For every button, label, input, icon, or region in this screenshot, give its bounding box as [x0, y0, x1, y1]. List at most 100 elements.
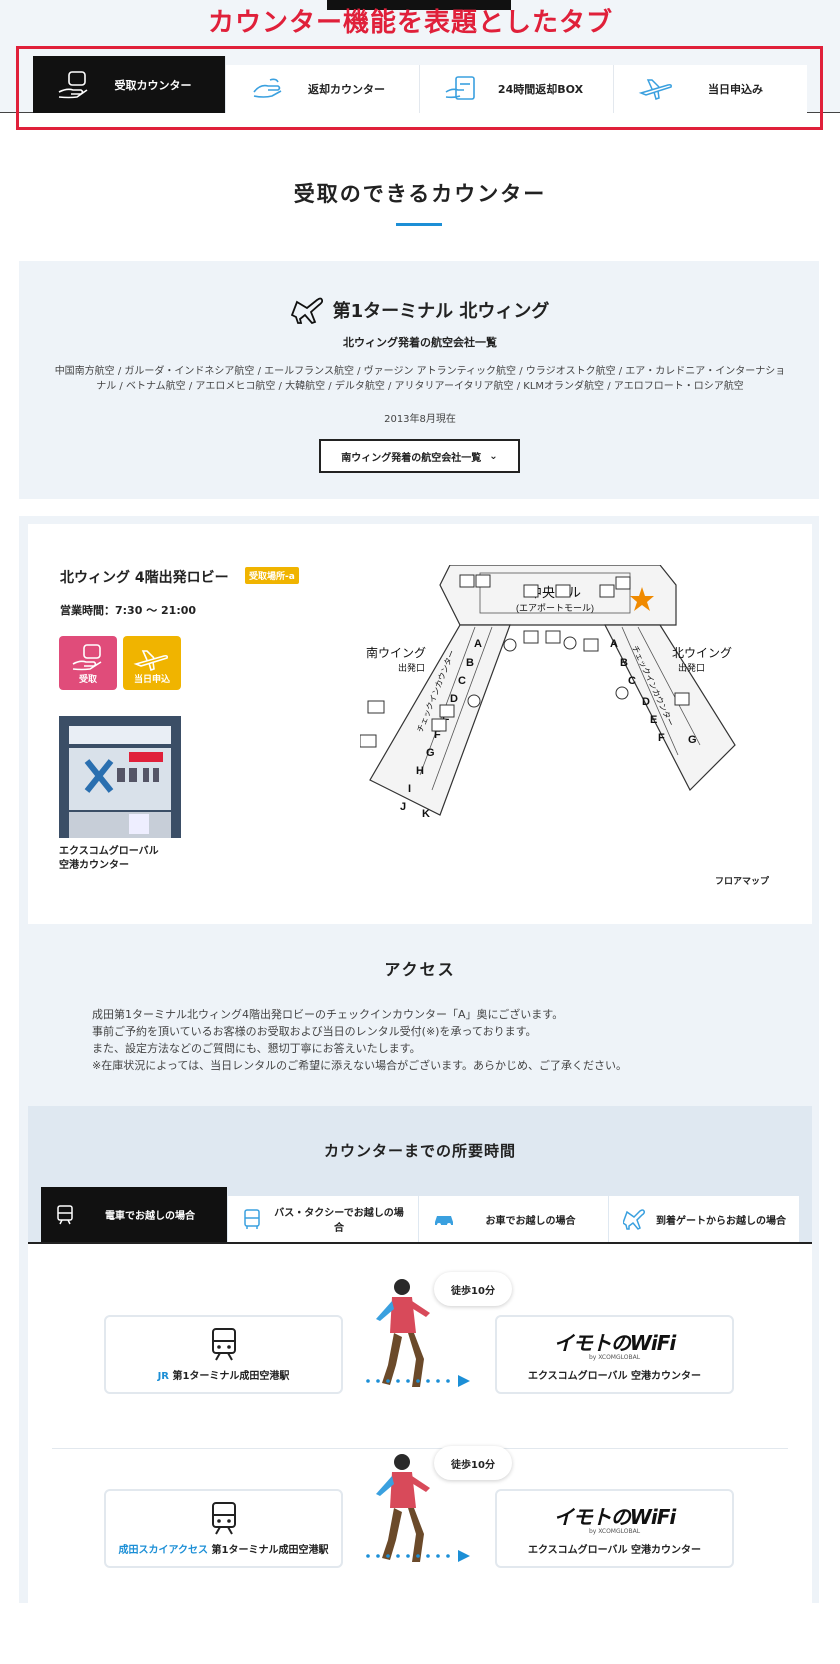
- station-line: 成田スカイアクセス: [118, 1545, 209, 1556]
- map-gate: J: [400, 801, 406, 813]
- route-destination-label: エクスコムグローバル 空港カウンター: [527, 1371, 702, 1382]
- map-gate: D: [642, 696, 650, 708]
- restroom-icon: [599, 584, 615, 598]
- caption-line: 空港カウンター: [59, 860, 129, 871]
- annotation-box: [16, 46, 823, 130]
- station-name: 第1ターミナル成田空港駅: [208, 1545, 329, 1556]
- route-arrow: [366, 1375, 470, 1387]
- counter-title: 北ウィング 4階出発ロビー: [60, 570, 229, 586]
- tab-label: お車でお越しの場合: [485, 1215, 576, 1227]
- tab-arrival-gate[interactable]: 到着ゲートからお越しの場合: [609, 1196, 799, 1242]
- map-south-sub: 出発口: [398, 662, 425, 673]
- tab-train[interactable]: 電車でお越しの場合: [41, 1187, 228, 1242]
- escalator-icon: [555, 584, 571, 598]
- map-north-label: 北ウイング: [672, 646, 732, 660]
- terminal-name: 第1ターミナル 北ウィング: [332, 301, 550, 322]
- chevron-down-icon: ⌄: [489, 450, 498, 462]
- caption-line: エクスコムグローバル: [59, 846, 159, 857]
- tab-underline: [28, 1242, 812, 1244]
- button-label: 南ウィング発着の航空会社一覧: [341, 452, 482, 464]
- receive-hand-icon: [72, 644, 102, 671]
- route-origin-label: 成田スカイアクセス 第1ターミナル成田空港駅: [119, 1541, 329, 1556]
- escalator-icon: [583, 638, 599, 652]
- imoto-wifi-logo: イモトのWiFi: [553, 1505, 676, 1529]
- map-gate: I: [408, 783, 411, 795]
- floor-map: 中央ビル (エアポートモール) 南ウイング 出発口 北ウイング 出発口 チェック…: [360, 565, 736, 820]
- airplane-icon: [623, 1209, 645, 1230]
- map-gate: E: [650, 714, 657, 726]
- map-gate: A: [610, 638, 618, 650]
- access-title: アクセス: [384, 960, 456, 979]
- map-gate: C: [458, 675, 466, 687]
- restroom-icon: [367, 700, 385, 714]
- walk-time-bubble: 徒歩10分: [434, 1446, 512, 1480]
- escalator-icon: [523, 584, 539, 598]
- escalator-icon: [615, 576, 631, 590]
- map-center-sub: (エアポートモール): [516, 603, 594, 613]
- annotation-label: カウンター機能を表題としたタブ: [208, 8, 614, 38]
- map-gate: B: [466, 657, 474, 669]
- escalator-icon: [459, 574, 475, 588]
- map-gate: F: [658, 732, 665, 744]
- access-text: 成田第1ターミナル北ウィング4階出発ロビーのチェックインカウンター「A」奥にござ…: [92, 1006, 772, 1074]
- train-icon: [211, 1502, 236, 1535]
- travel-time-title: カウンターまでの所要時間: [323, 1142, 516, 1160]
- terminal-heading: 第1ターミナル 北ウィング: [0, 296, 840, 324]
- route-origin-box: JR 第1ターミナル成田空港駅: [104, 1315, 343, 1394]
- bus-icon: [244, 1209, 260, 1229]
- counter-photo: [59, 716, 181, 838]
- access-line: また、設定方法などのご質問にも、懇切丁寧にお答えいたします。: [92, 1042, 421, 1055]
- train-icon: [57, 1204, 73, 1224]
- route-destination-box: イモトのWiFi by XCOMGLOBAL エクスコムグローバル 空港カウンタ…: [495, 1315, 734, 1394]
- route-destination-box: イモトのWiFi by XCOMGLOBAL エクスコムグローバル 空港カウンタ…: [495, 1489, 734, 1568]
- service-same-day: 当日申込: [123, 636, 181, 690]
- title-underline: [396, 223, 442, 226]
- airplane-icon: [290, 297, 323, 324]
- map-gate: K: [422, 808, 430, 820]
- map-south-label: 南ウイング: [366, 645, 426, 660]
- airline-date: 2013年8月現在: [384, 414, 456, 425]
- route-divider: [52, 1448, 788, 1449]
- map-gate: C: [628, 675, 636, 687]
- route-arrow: [366, 1550, 470, 1562]
- business-hours: 営業時間：7:30 〜 21:00: [60, 604, 197, 617]
- escalator-icon: [523, 630, 539, 644]
- south-wing-airlines-button[interactable]: 南ウィング発着の航空会社一覧 ⌄: [319, 439, 520, 473]
- airplane-icon: [133, 650, 168, 672]
- tab-label: バス・タクシーでお越しの場合: [274, 1208, 404, 1234]
- info-icon: [615, 686, 629, 700]
- service-label: 当日申込: [133, 675, 170, 685]
- escalator-icon: [674, 692, 690, 706]
- route-origin-box: 成田スカイアクセス 第1ターミナル成田空港駅: [104, 1489, 343, 1568]
- logo-sub: by XCOMGLOBAL: [588, 1528, 641, 1535]
- location-badge: 受取場所-a: [245, 567, 299, 584]
- tab-car[interactable]: お車でお越しの場合: [419, 1196, 609, 1242]
- info-icon: [503, 638, 517, 652]
- service-label: 受取: [78, 675, 97, 685]
- airline-subtitle: 北ウィング発着の航空会社一覧: [343, 336, 497, 349]
- station-name: 第1ターミナル成田空港駅: [168, 1371, 290, 1382]
- access-line: ※在庫状況によっては、当日レンタルのご希望に添えない場合がございます。あらかじめ…: [92, 1059, 628, 1072]
- floor-map-link[interactable]: フロアマップ: [715, 874, 769, 887]
- map-gate: B: [620, 657, 628, 669]
- restroom-icon: [475, 574, 491, 588]
- station-line: JR: [157, 1371, 169, 1382]
- service-receive: 受取: [59, 636, 117, 690]
- map-gate: H: [416, 765, 424, 777]
- car-icon: [435, 1216, 453, 1227]
- escalator-icon: [439, 704, 455, 718]
- photo-caption: エクスコムグローバル 空港カウンター: [59, 845, 199, 873]
- map-gate: G: [688, 734, 697, 746]
- restroom-icon: [360, 734, 377, 748]
- escalator-icon: [545, 630, 561, 644]
- route-origin-label: JR 第1ターミナル成田空港駅: [158, 1367, 290, 1382]
- imoto-wifi-logo: イモトのWiFi: [553, 1331, 676, 1355]
- walk-time-bubble: 徒歩10分: [434, 1272, 512, 1306]
- escalator-icon: [431, 718, 447, 732]
- airline-list: 中国南方航空 / ガルーダ・インドネシア航空 / エールフランス航空 / ヴァー…: [54, 366, 786, 392]
- map-gate: G: [426, 747, 435, 759]
- tab-bus-taxi[interactable]: バス・タクシーでお越しの場合: [228, 1196, 419, 1242]
- logo-sub: by XCOMGLOBAL: [588, 1354, 641, 1361]
- train-icon: [211, 1328, 236, 1361]
- tab-label: 電車でお越しの場合: [105, 1211, 195, 1222]
